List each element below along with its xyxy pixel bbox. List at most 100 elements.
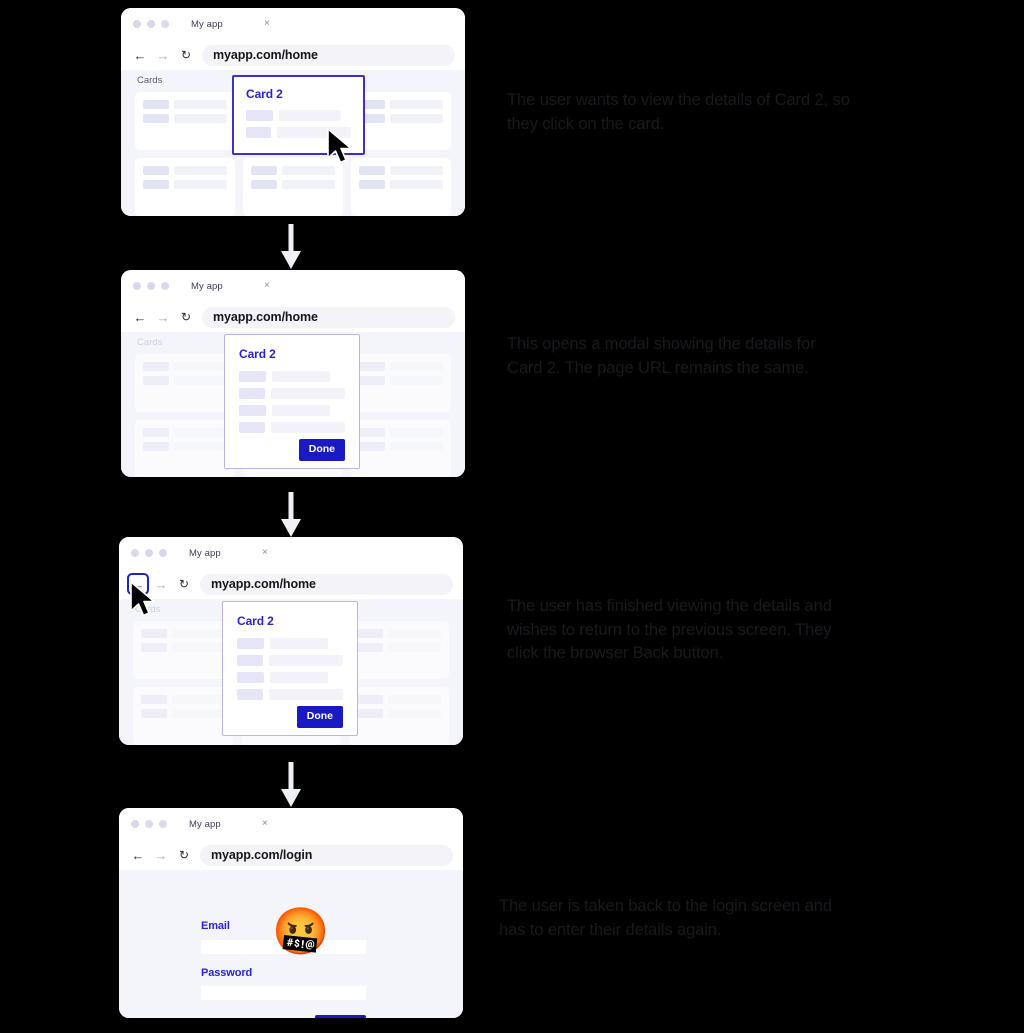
card-item[interactable]: [349, 621, 449, 679]
tab-label[interactable]: My app: [189, 819, 221, 830]
card-item[interactable]: [133, 621, 233, 679]
bar: [174, 442, 227, 451]
close-dot[interactable]: [133, 282, 141, 290]
card-item[interactable]: [135, 158, 235, 216]
card-detail-modal: Card 2 Done: [222, 601, 358, 736]
flow-arrow-down: [281, 492, 301, 537]
url-input[interactable]: myapp.com/home: [202, 306, 455, 328]
card-item[interactable]: [351, 420, 451, 477]
maximize-dot[interactable]: [159, 549, 167, 557]
url-input[interactable]: myapp.com/home: [202, 44, 455, 66]
forward-icon[interactable]: →: [156, 48, 170, 62]
minimize-dot[interactable]: [147, 282, 155, 290]
chip: [239, 405, 266, 416]
url-input[interactable]: myapp.com/login: [200, 844, 453, 866]
caption-step1: The user wants to view the details of Ca…: [507, 91, 850, 133]
tab-label[interactable]: My app: [191, 19, 223, 30]
bar: [390, 180, 443, 189]
close-icon[interactable]: ×: [262, 819, 268, 829]
minimize-dot[interactable]: [145, 549, 153, 557]
page-viewport: Cards: [119, 599, 463, 745]
bar: [172, 643, 225, 652]
card-item[interactable]: [349, 687, 449, 745]
bar: [390, 376, 443, 385]
forward-icon[interactable]: →: [154, 848, 168, 862]
close-dot[interactable]: [131, 820, 139, 828]
reload-icon[interactable]: ↻: [179, 48, 193, 62]
forward-icon[interactable]: →: [156, 310, 170, 324]
window-controls[interactable]: [131, 549, 167, 557]
card-item[interactable]: [351, 158, 451, 216]
caption-step3: The user has finished viewing the detail…: [507, 597, 832, 662]
chip: [143, 166, 169, 175]
chip: [237, 672, 264, 683]
bar: [172, 709, 225, 718]
bar: [276, 127, 351, 138]
bar: [174, 362, 227, 371]
browser-titlebar: My app ×: [119, 537, 463, 569]
card-item[interactable]: [351, 354, 451, 412]
tab-label[interactable]: My app: [189, 548, 221, 559]
done-button[interactable]: Done: [298, 439, 345, 461]
card-item[interactable]: [351, 92, 451, 150]
flow-arrow-down: [281, 762, 301, 807]
chip: [141, 629, 167, 638]
chip: [239, 371, 266, 382]
card-item[interactable]: [243, 158, 343, 216]
bar: [388, 709, 441, 718]
window-controls[interactable]: [133, 20, 169, 28]
done-button[interactable]: Done: [296, 706, 343, 728]
close-icon[interactable]: ×: [262, 548, 268, 558]
flow-diagram: My app × ← → ↻ myapp.com/home Cards Card…: [0, 0, 1024, 1033]
tab-label[interactable]: My app: [191, 281, 223, 292]
login-button[interactable]: Login: [315, 1015, 366, 1018]
card-item[interactable]: [135, 92, 235, 150]
bar: [269, 655, 343, 666]
back-icon[interactable]: ←: [131, 848, 145, 862]
window-controls[interactable]: [131, 820, 167, 828]
bar: [388, 695, 441, 704]
chip: [143, 362, 169, 371]
bar: [270, 672, 328, 683]
back-icon[interactable]: ←: [133, 48, 147, 62]
reload-icon[interactable]: ↻: [179, 310, 193, 324]
close-icon[interactable]: ×: [264, 19, 270, 29]
close-icon[interactable]: ×: [264, 281, 270, 291]
section-heading: Cards: [137, 337, 163, 348]
chip: [357, 695, 383, 704]
modal-title: Card 2: [239, 347, 276, 361]
url-input[interactable]: myapp.com/home: [200, 573, 453, 595]
maximize-dot[interactable]: [161, 282, 169, 290]
reload-icon[interactable]: ↻: [177, 577, 191, 591]
maximize-dot[interactable]: [159, 820, 167, 828]
browser-toolbar: ← → ↻ myapp.com/home: [121, 302, 465, 332]
forward-icon[interactable]: →: [154, 577, 168, 591]
browser-titlebar: My app ×: [119, 808, 463, 840]
minimize-dot[interactable]: [145, 820, 153, 828]
bar: [388, 629, 441, 638]
caption-step4: The user is taken back to the login scre…: [499, 897, 832, 939]
window-controls[interactable]: [133, 282, 169, 290]
chip: [357, 709, 383, 718]
card-item[interactable]: [135, 420, 235, 477]
modal-title: Card 2: [237, 614, 274, 628]
card-item[interactable]: [133, 687, 233, 745]
back-icon[interactable]: ←: [133, 310, 147, 324]
minimize-dot[interactable]: [147, 20, 155, 28]
close-dot[interactable]: [131, 549, 139, 557]
back-icon[interactable]: ←: [127, 573, 149, 595]
reload-icon[interactable]: ↻: [177, 848, 191, 862]
browser-titlebar: My app ×: [121, 270, 465, 302]
card-detail-modal: Card 2 Done: [224, 334, 360, 469]
bar: [390, 362, 443, 371]
password-field[interactable]: [201, 986, 366, 1000]
card-item[interactable]: [135, 354, 235, 412]
highlighted-card-2[interactable]: Card 2: [232, 75, 365, 155]
chip: [359, 428, 385, 437]
browser-toolbar: ← → ↻ myapp.com/login: [119, 840, 463, 870]
close-dot[interactable]: [133, 20, 141, 28]
chip: [143, 442, 169, 451]
maximize-dot[interactable]: [161, 20, 169, 28]
bar: [390, 428, 443, 437]
browser-window-step3: My app × ← → ↻ myapp.com/home Cards Card…: [119, 537, 463, 745]
